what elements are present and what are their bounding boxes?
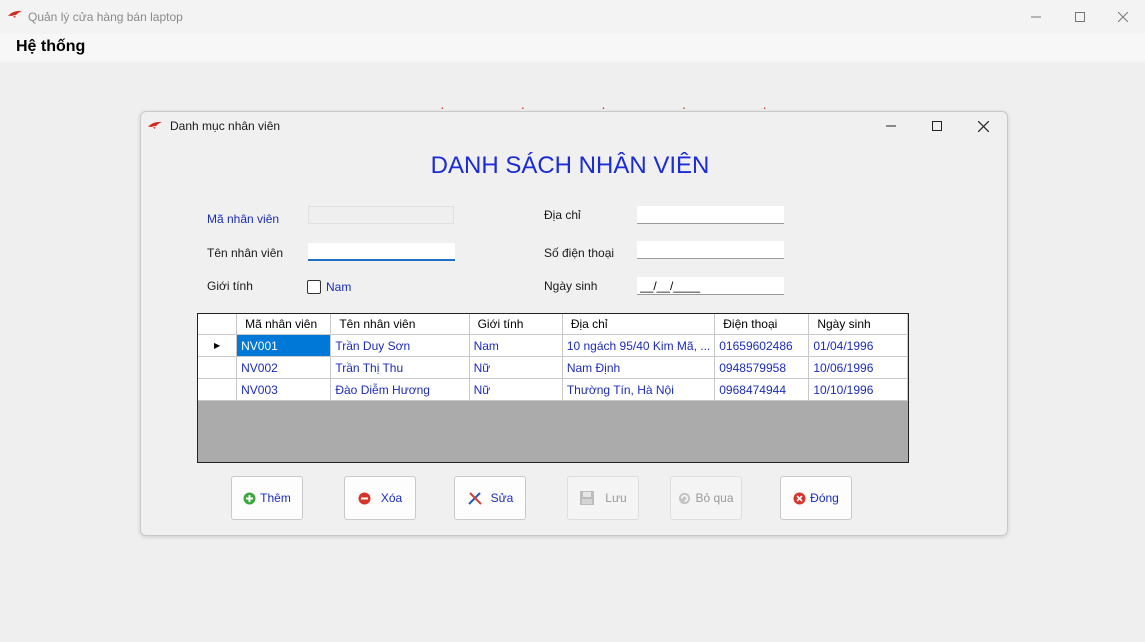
close-circle-icon xyxy=(793,492,806,504)
grid-col-header[interactable]: Địa chỉ xyxy=(562,314,716,335)
gioi-tinh-nam-checkbox[interactable] xyxy=(307,280,321,294)
form-minimize-button[interactable] xyxy=(876,116,906,136)
grid-cell[interactable]: 01/04/1996 xyxy=(808,334,908,357)
label-ngay-sinh: Ngày sinh xyxy=(544,279,598,293)
bo-qua-button[interactable]: Bỏ qua xyxy=(670,476,742,520)
background-red-title: · · · · · · xyxy=(440,104,810,110)
window-title: Quản lý cửa hàng bán laptop xyxy=(28,10,183,24)
maximize-icon xyxy=(1075,12,1085,22)
sua-button-label: Sửa xyxy=(490,491,514,505)
grid-cell[interactable]: 0968474944 xyxy=(714,378,810,401)
grid-cell[interactable]: 10/06/1996 xyxy=(808,356,908,379)
grid-col-header[interactable]: Mã nhân viên xyxy=(236,314,332,335)
grid-col-header[interactable]: Giới tính xyxy=(469,314,563,335)
close-icon xyxy=(1118,12,1128,22)
dong-button[interactable]: Đóng xyxy=(780,476,852,520)
edit-tools-icon xyxy=(467,492,482,505)
xoa-button[interactable]: Xóa xyxy=(344,476,416,520)
grid-cell[interactable]: 10 ngách 95/40 Kim Mã, ... xyxy=(562,334,716,357)
skip-icon xyxy=(679,492,691,504)
grid-cell[interactable]: 10/10/1996 xyxy=(808,378,908,401)
grid-cell[interactable]: NV002 xyxy=(236,356,332,379)
form-close-button[interactable] xyxy=(968,116,998,136)
ten-nhan-vien-input[interactable] xyxy=(308,243,455,261)
label-ma-nhan-vien: Mã nhân viên xyxy=(207,212,280,226)
them-button-label: Thêm xyxy=(260,491,291,505)
label-dia-chi: Địa chỉ xyxy=(544,208,581,222)
ma-nhan-vien-input[interactable] xyxy=(308,206,454,224)
grid-cell[interactable]: Trần Duy Sơn xyxy=(330,334,470,357)
so-dien-thoai-input[interactable] xyxy=(637,241,784,259)
label-ten-nhan-vien: Tên nhân viên xyxy=(207,246,284,260)
grid-cell[interactable]: 0948579958 xyxy=(714,356,810,379)
minimize-button[interactable] xyxy=(1014,4,1058,30)
save-icon xyxy=(580,491,595,505)
row-header[interactable] xyxy=(198,378,238,401)
table-row[interactable]: NV003 Đào Diễm Hương Nữ Thường Tín, Hà N… xyxy=(198,378,908,401)
grid-cell[interactable]: Nữ xyxy=(469,378,563,401)
grid-cell[interactable]: Nam Định xyxy=(562,356,716,379)
form-logo-icon xyxy=(148,121,162,129)
maximize-icon xyxy=(932,121,942,131)
table-row[interactable]: ▶ NV001 Trần Duy Sơn Nam 10 ngách 95/40 … xyxy=(198,334,908,357)
grid-cell[interactable]: 01659602486 xyxy=(714,334,810,357)
minimize-icon xyxy=(1031,16,1041,18)
grid-header-row: Mã nhân viên Tên nhân viên Giới tính Địa… xyxy=(198,314,908,335)
label-gioi-tinh: Giới tính xyxy=(207,279,253,293)
grid-cell[interactable]: Thường Tín, Hà Nội xyxy=(562,378,716,401)
minimize-icon xyxy=(886,125,896,127)
add-icon xyxy=(243,492,256,504)
grid-cell[interactable]: Trần Thị Thu xyxy=(330,356,470,379)
grid-col-header[interactable]: Điện thoại xyxy=(714,314,810,335)
them-button[interactable]: Thêm xyxy=(231,476,303,520)
gioi-tinh-nam-label[interactable]: Nam xyxy=(326,280,351,294)
grid-cell[interactable]: Nữ xyxy=(469,356,563,379)
employee-grid[interactable]: Mã nhân viên Tên nhân viên Giới tính Địa… xyxy=(197,313,909,463)
delete-icon xyxy=(358,492,371,504)
table-row[interactable]: NV002 Trần Thị Thu Nữ Nam Định 094857995… xyxy=(198,356,908,379)
luu-button-label: Lưu xyxy=(605,491,627,505)
label-so-dien-thoai: Số điện thoại xyxy=(544,246,615,260)
sua-button[interactable]: Sửa xyxy=(454,476,526,520)
grid-cell[interactable]: NV003 xyxy=(236,378,332,401)
menu-he-thong[interactable]: Hệ thống xyxy=(16,38,85,56)
close-button[interactable] xyxy=(1101,4,1145,30)
dong-button-label: Đóng xyxy=(810,491,839,505)
xoa-button-label: Xóa xyxy=(380,491,403,505)
grid-col-header[interactable]: Tên nhân viên xyxy=(330,314,470,335)
form-title: Danh mục nhân viên xyxy=(170,119,281,133)
maximize-button[interactable] xyxy=(1058,4,1102,30)
app-logo-icon xyxy=(8,10,22,18)
close-icon xyxy=(977,120,989,132)
row-header[interactable] xyxy=(198,356,238,379)
grid-cell[interactable]: Nam xyxy=(469,334,563,357)
bo-qua-button-label: Bỏ qua xyxy=(695,491,734,505)
grid-cell[interactable]: NV001 xyxy=(236,334,332,357)
row-header-current[interactable]: ▶ xyxy=(198,334,238,357)
ngay-sinh-input[interactable] xyxy=(637,277,784,295)
main-titlebar: Quản lý cửa hàng bán laptop xyxy=(0,0,1145,34)
menu-bar: Hệ thống xyxy=(0,34,1145,62)
dia-chi-input[interactable] xyxy=(637,206,784,224)
form-maximize-button[interactable] xyxy=(922,116,952,136)
grid-cell[interactable]: Đào Diễm Hương xyxy=(330,378,470,401)
luu-button[interactable]: Lưu xyxy=(567,476,639,520)
form-heading: DANH SÁCH NHÂN VIÊN xyxy=(430,152,710,179)
grid-col-header[interactable]: Ngày sinh xyxy=(808,314,908,335)
grid-corner-header[interactable] xyxy=(198,314,238,335)
